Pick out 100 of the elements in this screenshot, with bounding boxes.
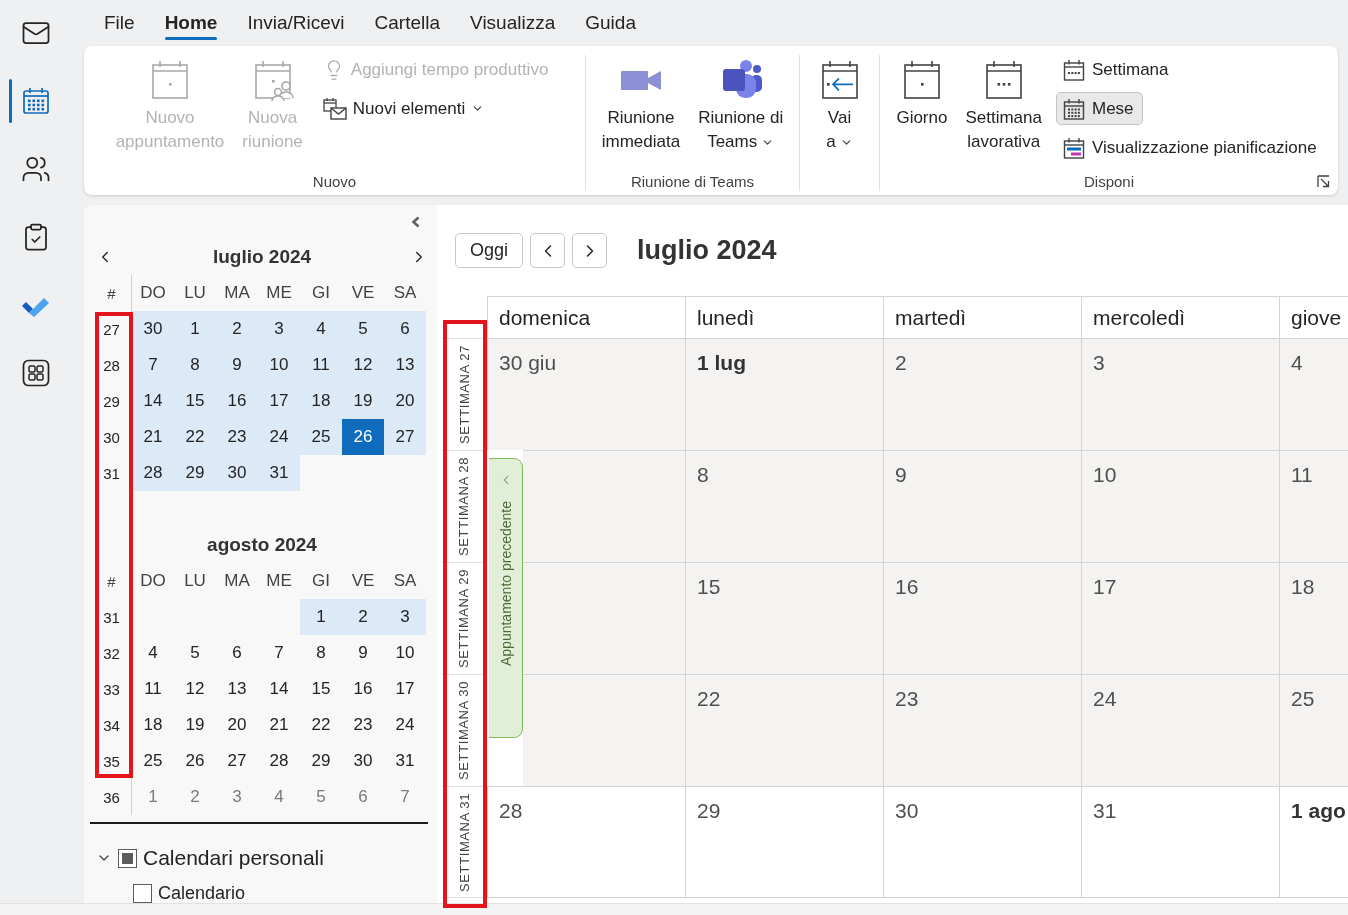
- day-cell[interactable]: 9: [342, 635, 384, 671]
- day-cell[interactable]: 31: [258, 455, 300, 491]
- day-cell[interactable]: 22: [174, 419, 216, 455]
- menu-tab[interactable]: Guida: [573, 0, 648, 46]
- day-cell[interactable]: 18: [132, 707, 174, 743]
- day-cell[interactable]: 5: [300, 779, 342, 815]
- day-cell[interactable]: 19: [342, 383, 384, 419]
- day-cell[interactable]: 7: [132, 347, 174, 383]
- day-cell[interactable]: 6: [216, 635, 258, 671]
- day-cell[interactable]: 24: [258, 419, 300, 455]
- day-cell[interactable]: 16: [216, 383, 258, 419]
- menu-tab[interactable]: Visualizza: [458, 0, 568, 46]
- day-cell[interactable]: 25: [1279, 674, 1348, 786]
- day-cell[interactable]: 26: [342, 419, 384, 455]
- day-cell[interactable]: 20: [384, 383, 426, 419]
- day-cell[interactable]: 31: [384, 743, 426, 779]
- day-cell[interactable]: 23: [342, 707, 384, 743]
- day-cell[interactable]: 21: [258, 707, 300, 743]
- launcher-icon[interactable]: [1317, 174, 1330, 188]
- day-cell[interactable]: 22: [300, 707, 342, 743]
- ribbon-button[interactable]: Mese: [1056, 92, 1143, 125]
- day-cell[interactable]: 7: [258, 635, 300, 671]
- checkbox[interactable]: [118, 848, 137, 868]
- day-cell[interactable]: 15: [685, 562, 883, 674]
- day-cell[interactable]: 17: [384, 671, 426, 707]
- day-cell[interactable]: 3: [216, 779, 258, 815]
- checkbox[interactable]: [133, 883, 152, 903]
- day-cell[interactable]: 26: [174, 743, 216, 779]
- previous-appointment-tab[interactable]: Appuntamento precedente: [489, 458, 523, 738]
- day-cell[interactable]: 8: [300, 635, 342, 671]
- day-cell[interactable]: 16: [883, 562, 1081, 674]
- day-cell[interactable]: 20: [216, 707, 258, 743]
- day-cell[interactable]: 15: [174, 383, 216, 419]
- day-cell[interactable]: 5: [174, 635, 216, 671]
- folder-label[interactable]: Calendari personali: [143, 846, 324, 870]
- day-cell[interactable]: 2: [174, 779, 216, 815]
- day-cell[interactable]: 24: [1081, 674, 1279, 786]
- day-cell[interactable]: 30: [883, 786, 1081, 898]
- day-cell[interactable]: 13: [384, 347, 426, 383]
- menu-tab[interactable]: Invia/Ricevi: [235, 0, 357, 46]
- ribbon-button[interactable]: Settimana: [1056, 53, 1178, 86]
- day-cell[interactable]: 4: [300, 311, 342, 347]
- day-cell[interactable]: 11: [1279, 450, 1348, 562]
- day-cell[interactable]: 22: [685, 674, 883, 786]
- day-cell[interactable]: 28: [132, 455, 174, 491]
- day-cell[interactable]: 12: [342, 347, 384, 383]
- ribbon-button[interactable]: Visualizzazione pianificazione: [1056, 131, 1326, 164]
- day-cell[interactable]: 12: [174, 671, 216, 707]
- ribbon-button[interactable]: Settimana lavorativa: [961, 55, 1046, 156]
- day-cell[interactable]: [523, 450, 685, 562]
- day-cell[interactable]: 25: [132, 743, 174, 779]
- collapse-icon[interactable]: [411, 216, 420, 228]
- day-cell[interactable]: 28: [258, 743, 300, 779]
- day-cell[interactable]: 27: [384, 419, 426, 455]
- day-cell[interactable]: 2: [883, 338, 1081, 450]
- day-cell[interactable]: 2: [342, 599, 384, 635]
- day-cell[interactable]: 30 giu: [487, 338, 685, 450]
- today-button[interactable]: Oggi: [455, 233, 524, 268]
- day-cell[interactable]: 7: [384, 779, 426, 815]
- day-cell[interactable]: 10: [1081, 450, 1279, 562]
- day-cell[interactable]: 15: [300, 671, 342, 707]
- day-cell[interactable]: [523, 562, 685, 674]
- day-cell[interactable]: 29: [174, 455, 216, 491]
- day-cell[interactable]: 17: [258, 383, 300, 419]
- day-cell[interactable]: 4: [1279, 338, 1348, 450]
- day-cell[interactable]: 11: [300, 347, 342, 383]
- day-cell[interactable]: 24: [384, 707, 426, 743]
- day-cell[interactable]: 9: [216, 347, 258, 383]
- menu-tab[interactable]: Cartella: [362, 0, 453, 46]
- day-cell[interactable]: 14: [258, 671, 300, 707]
- day-cell[interactable]: 4: [258, 779, 300, 815]
- day-cell[interactable]: 3: [384, 599, 426, 635]
- menu-tab[interactable]: Home: [152, 0, 230, 46]
- day-cell[interactable]: 6: [342, 779, 384, 815]
- ribbon-button[interactable]: Giorno: [892, 55, 952, 132]
- day-cell[interactable]: 31: [1081, 786, 1279, 898]
- day-cell[interactable]: 19: [174, 707, 216, 743]
- day-cell[interactable]: 10: [384, 635, 426, 671]
- day-cell[interactable]: 14: [132, 383, 174, 419]
- ribbon-button[interactable]: Vai a: [813, 55, 866, 156]
- day-cell[interactable]: 28: [487, 786, 685, 898]
- day-cell[interactable]: 6: [384, 311, 426, 347]
- ribbon-button[interactable]: Nuovi elementi: [316, 92, 494, 125]
- day-cell[interactable]: 2: [216, 311, 258, 347]
- day-cell[interactable]: 1 lug: [685, 338, 883, 450]
- ribbon-button[interactable]: Riunione immediata: [597, 55, 685, 156]
- day-cell[interactable]: 13: [216, 671, 258, 707]
- day-cell[interactable]: 4: [132, 635, 174, 671]
- day-cell[interactable]: 8: [685, 450, 883, 562]
- day-cell[interactable]: [523, 674, 685, 786]
- day-cell[interactable]: 8: [174, 347, 216, 383]
- day-cell[interactable]: 1: [132, 779, 174, 815]
- day-cell[interactable]: 9: [883, 450, 1081, 562]
- day-cell[interactable]: 5: [342, 311, 384, 347]
- day-cell[interactable]: 3: [1081, 338, 1279, 450]
- menu-tab[interactable]: File: [92, 0, 147, 46]
- day-cell[interactable]: 29: [685, 786, 883, 898]
- day-cell[interactable]: 25: [300, 419, 342, 455]
- day-cell[interactable]: 30: [216, 455, 258, 491]
- day-cell[interactable]: 1: [300, 599, 342, 635]
